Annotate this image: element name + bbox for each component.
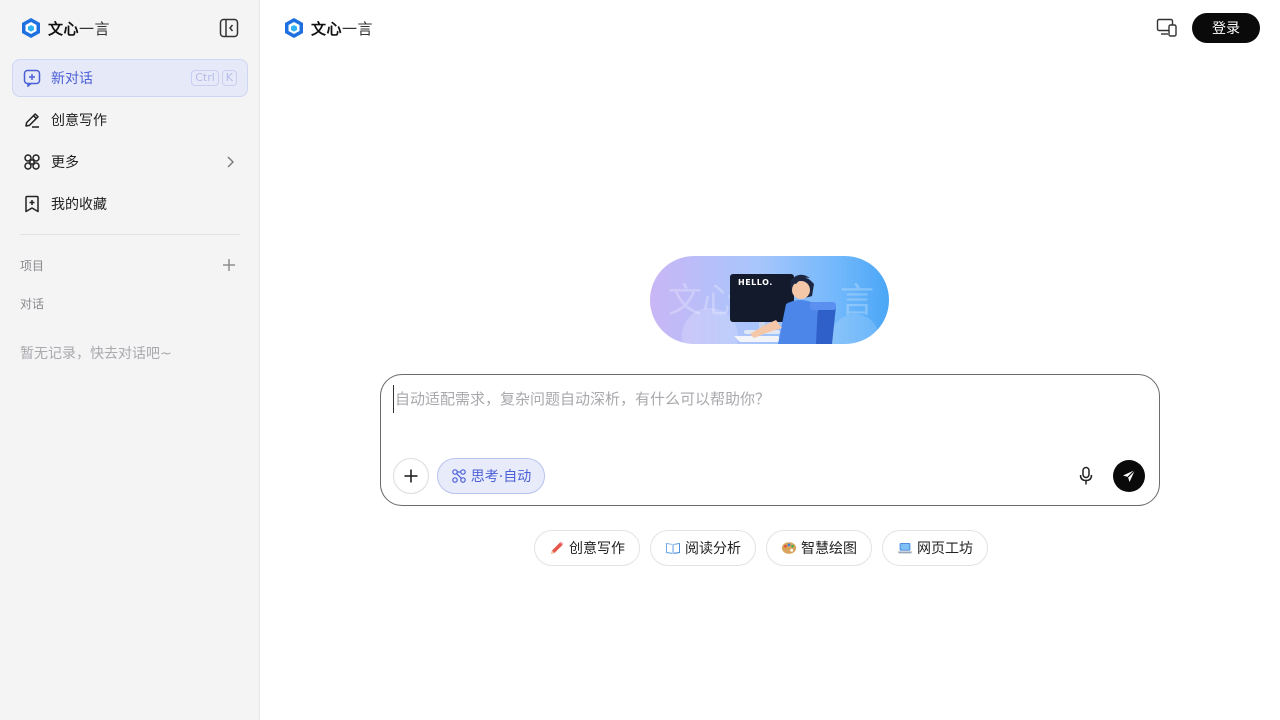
- bookmark-add-icon: [23, 195, 41, 213]
- sidebar-item-label: 我的收藏: [51, 197, 107, 213]
- collapse-sidebar-button[interactable]: [218, 17, 240, 39]
- atom-icon: [451, 469, 466, 483]
- header-brand-logo[interactable]: 文心一言: [283, 16, 373, 40]
- sidebar-nav: 新对话 Ctrl K 创意写作 更多 我的收藏: [12, 59, 248, 227]
- projects-section-label: 项目: [20, 259, 45, 273]
- brand-logo[interactable]: 文心一言: [20, 16, 110, 40]
- new-chat-shortcut: Ctrl K: [191, 70, 237, 86]
- voice-input-button[interactable]: [1073, 462, 1099, 490]
- shortcut-key: K: [221, 70, 237, 86]
- thinking-mode-label: 思考·自动: [470, 469, 532, 485]
- device-switch-button[interactable]: [1155, 17, 1179, 39]
- devices-icon: [1156, 18, 1177, 37]
- brand-name: 文心一言: [311, 19, 374, 38]
- sidebar-item-label: 更多: [51, 155, 79, 171]
- suggestion-label: 智慧绘图: [801, 541, 857, 557]
- prompt-input[interactable]: [393, 385, 1133, 413]
- chevron-right-icon: [227, 156, 234, 168]
- sidebar-item-creative-writing[interactable]: 创意写作: [12, 101, 248, 139]
- login-button[interactable]: 登录: [1192, 13, 1260, 43]
- wenxin-logo-icon: [22, 18, 40, 38]
- microphone-icon: [1079, 466, 1093, 485]
- add-project-button[interactable]: [220, 256, 238, 274]
- sidebar-item-favorites[interactable]: 我的收藏: [12, 185, 248, 223]
- plus-icon: [223, 259, 235, 271]
- sidebar-item-new-chat[interactable]: 新对话 Ctrl K: [12, 59, 248, 97]
- hero-illustration: 文心 言 HELLO.: [650, 256, 889, 344]
- suggestion-label: 网页工坊: [917, 541, 973, 557]
- brand-name: 文心一言: [48, 19, 111, 38]
- suggestion-chips: 创意写作 阅读分析 智慧绘图 网页工坊: [534, 530, 988, 566]
- sidebar-collapse-icon: [219, 18, 239, 38]
- shortcut-key: Ctrl: [191, 70, 219, 86]
- new-chat-icon: [23, 69, 41, 87]
- wenxin-logo-icon: [285, 18, 303, 38]
- palette-emoji-icon: [781, 540, 797, 556]
- command-icon: [23, 153, 41, 171]
- suggestion-label: 阅读分析: [685, 541, 741, 557]
- composer: 思考·自动: [380, 374, 1160, 506]
- sidebar-item-more[interactable]: 更多: [12, 143, 248, 181]
- chats-section-label: 对话: [20, 297, 45, 311]
- empty-history-text: 暂无记录，快去对话吧~: [20, 346, 172, 362]
- suggestion-reading-analysis[interactable]: 阅读分析: [650, 530, 756, 566]
- suggestion-creative-writing[interactable]: 创意写作: [534, 530, 640, 566]
- hero-hello-text: HELLO.: [738, 278, 773, 287]
- pencil-emoji-icon: [549, 540, 565, 556]
- sidebar-item-label: 创意写作: [51, 113, 107, 129]
- book-emoji-icon: [665, 540, 681, 556]
- suggestion-label: 创意写作: [569, 541, 625, 557]
- sidebar-item-label: 新对话: [51, 71, 93, 87]
- laptop-emoji-icon: [897, 540, 913, 556]
- hero-artwork: 文心 言: [668, 274, 879, 344]
- sidebar: 文心一言 新对话 Ctrl K 创意写作 更多 我的收藏 项目 对话 暂无记录，…: [0, 0, 260, 720]
- send-button[interactable]: [1113, 460, 1145, 492]
- sidebar-divider: [20, 234, 240, 235]
- pen-icon: [23, 111, 41, 129]
- thinking-mode-toggle[interactable]: 思考·自动: [437, 458, 545, 494]
- suggestion-smart-drawing[interactable]: 智慧绘图: [766, 530, 872, 566]
- suggestion-web-workshop[interactable]: 网页工坊: [882, 530, 988, 566]
- attach-button[interactable]: [393, 458, 429, 494]
- send-icon: [1123, 469, 1136, 482]
- plus-icon: [404, 469, 418, 483]
